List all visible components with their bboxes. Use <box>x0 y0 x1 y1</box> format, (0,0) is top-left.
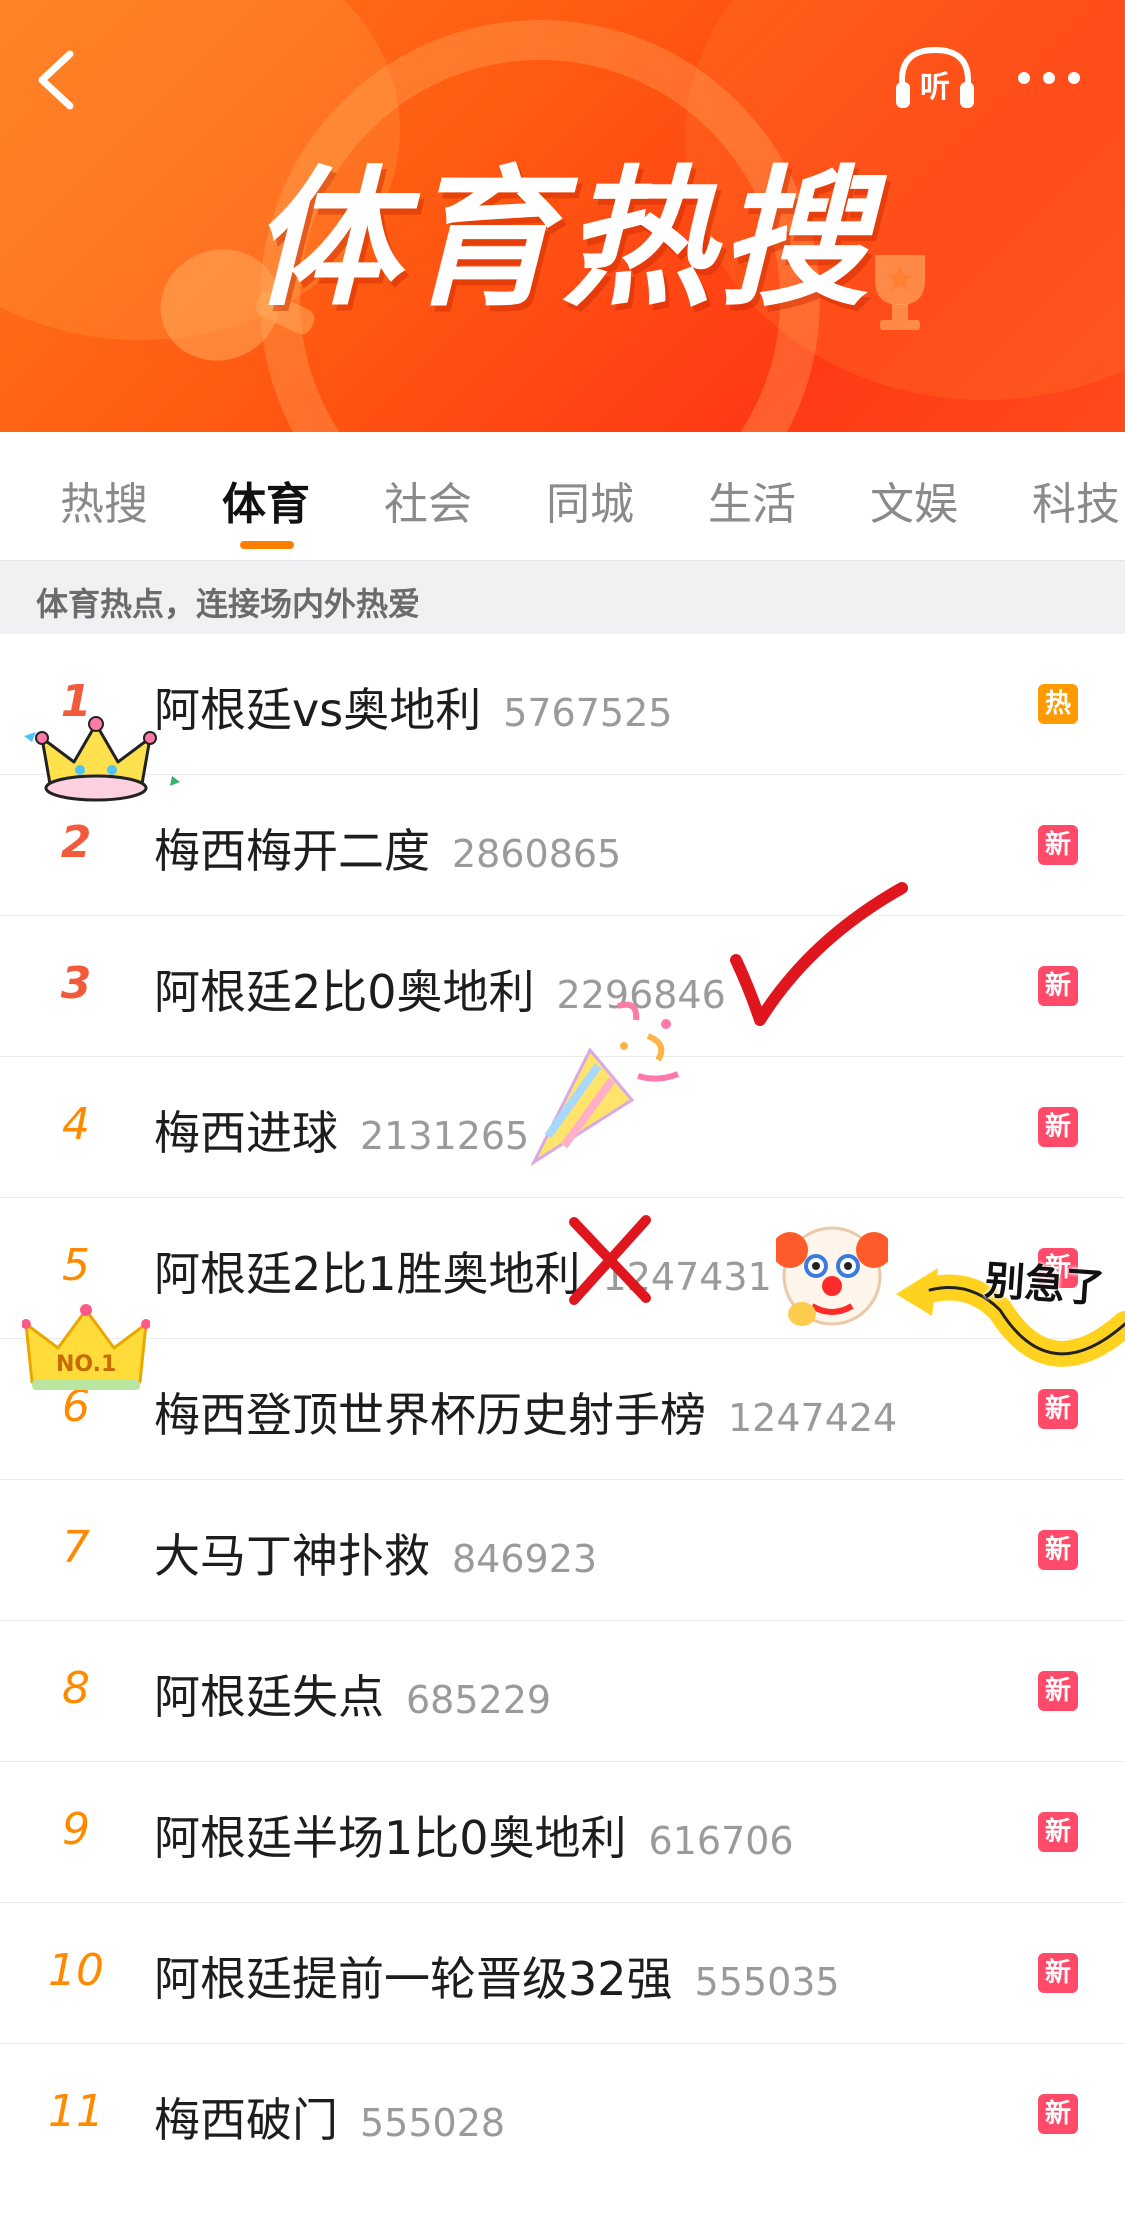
clown-face-icon <box>776 1226 888 1326</box>
rank-number: 7 <box>62 1522 90 1573</box>
list-item[interactable]: 9 阿根廷半场1比0奥地利 616706 新 <box>0 1762 1125 1903</box>
topic-text: 阿根廷半场1比0奥地利 616706 <box>154 1802 794 1868</box>
topic-text: 阿根廷2比1胜奥地利 1247431 <box>154 1238 772 1304</box>
list-item[interactable]: 7 大马丁神扑救 846923 新 <box>0 1480 1125 1621</box>
tab-entertainment[interactable]: 文娱 <box>870 468 958 532</box>
topic-title: 阿根廷失点 <box>154 1670 384 1724</box>
topic-count: 2131265 <box>360 1114 530 1158</box>
list-item[interactable]: 11 梅西破门 555028 新 <box>0 2044 1125 2185</box>
section-subheader: 体育热点，连接场内外热爱 <box>0 560 1125 634</box>
rank-number: 4 <box>62 1099 90 1150</box>
rank-number: 9 <box>62 1804 90 1855</box>
crown-sticker-icon <box>24 716 180 802</box>
rank-number: 11 <box>48 2086 104 2137</box>
listen-button[interactable]: 听 <box>892 42 978 114</box>
topic-text: 梅西梅开二度 2860865 <box>154 815 621 881</box>
tab-life[interactable]: 生活 <box>708 468 796 532</box>
rank-number: 8 <box>62 1663 90 1714</box>
list-item[interactable]: 10 阿根廷提前一轮晋级32强 555035 新 <box>0 1903 1125 2044</box>
topic-title: 梅西进球 <box>154 1106 338 1160</box>
topic-title: 梅西梅开二度 <box>154 824 430 878</box>
topic-text: 梅西登顶世界杯历史射手榜 1247424 <box>154 1379 897 1445</box>
topic-count: 846923 <box>452 1537 598 1581</box>
topic-text: 大马丁神扑救 846923 <box>154 1520 597 1586</box>
rank-number: 2 <box>60 817 92 868</box>
new-badge: 新 <box>1038 1812 1078 1852</box>
new-badge: 新 <box>1038 2094 1078 2134</box>
new-badge: 新 <box>1038 825 1078 865</box>
topic-count: 5767525 <box>503 691 673 735</box>
subheader-text: 体育热点，连接场内外热爱 <box>36 585 421 623</box>
new-badge: 新 <box>1038 1953 1078 1993</box>
party-popper-icon <box>530 1001 680 1166</box>
rank-number: 10 <box>48 1945 104 1996</box>
listen-label: 听 <box>920 70 950 105</box>
new-badge: 新 <box>1038 966 1078 1006</box>
more-icon <box>1018 72 1080 84</box>
page-title: 体育热搜 <box>250 153 875 327</box>
active-tab-indicator <box>240 541 294 549</box>
header-banner: 体育热搜 听 <box>0 0 1125 432</box>
new-badge: 新 <box>1038 1107 1078 1147</box>
topic-text: 阿根廷vs奥地利 5767525 <box>154 674 672 740</box>
topic-title: 大马丁神扑救 <box>154 1529 430 1583</box>
topic-title: 梅西登顶世界杯历史射手榜 <box>154 1388 706 1442</box>
topic-text: 梅西进球 2131265 <box>154 1097 529 1163</box>
topic-text: 梅西破门 555028 <box>154 2084 505 2150</box>
cross-mark-icon <box>569 1215 651 1305</box>
category-tabs: 热搜 体育 社会 同城 生活 文娱 科技 <box>0 432 1125 560</box>
tab-hot-search[interactable]: 热搜 <box>60 468 148 532</box>
tab-local[interactable]: 同城 <box>546 468 634 532</box>
rank-number: 5 <box>62 1240 90 1291</box>
tab-society[interactable]: 社会 <box>384 468 472 532</box>
new-badge: 新 <box>1038 1389 1078 1429</box>
back-button[interactable] <box>30 48 90 112</box>
list-item[interactable]: 8 阿根廷失点 685229 新 <box>0 1621 1125 1762</box>
back-icon <box>38 50 74 110</box>
handwritten-note: 别急了 <box>983 1257 1107 1313</box>
hot-badge: 热 <box>1038 684 1078 724</box>
topic-count: 2860865 <box>452 832 622 876</box>
topic-count: 616706 <box>648 1819 794 1863</box>
new-badge: 新 <box>1038 1671 1078 1711</box>
topic-title: 阿根廷2比0奥地利 <box>154 965 535 1019</box>
new-badge: 新 <box>1038 1530 1078 1570</box>
topic-title: 阿根廷半场1比0奥地利 <box>154 1811 627 1865</box>
topic-title: 梅西破门 <box>154 2093 338 2147</box>
topic-count: 685229 <box>406 1678 552 1722</box>
check-mark-icon <box>730 882 908 1026</box>
topic-count: 1247424 <box>728 1396 898 1440</box>
topic-text: 阿根廷提前一轮晋级32强 555035 <box>154 1943 840 2009</box>
crown-icon <box>22 1304 150 1390</box>
rank-number: 3 <box>60 958 92 1009</box>
topic-title: 阿根廷vs奥地利 <box>154 683 482 737</box>
no1-crown-sticker: NO.1 <box>22 1302 150 1394</box>
topic-title: 阿根廷提前一轮晋级32强 <box>154 1952 673 2006</box>
topic-text: 阿根廷失点 685229 <box>154 1661 551 1727</box>
more-button[interactable] <box>1014 60 1084 96</box>
crown-label: NO.1 <box>56 1352 117 1377</box>
tab-sports[interactable]: 体育 <box>222 468 310 532</box>
topic-title: 阿根廷2比1胜奥地利 <box>154 1247 581 1301</box>
tab-tech[interactable]: 科技 <box>1032 468 1120 532</box>
topic-count: 555035 <box>694 1960 840 2004</box>
topic-count: 555028 <box>360 2101 506 2145</box>
